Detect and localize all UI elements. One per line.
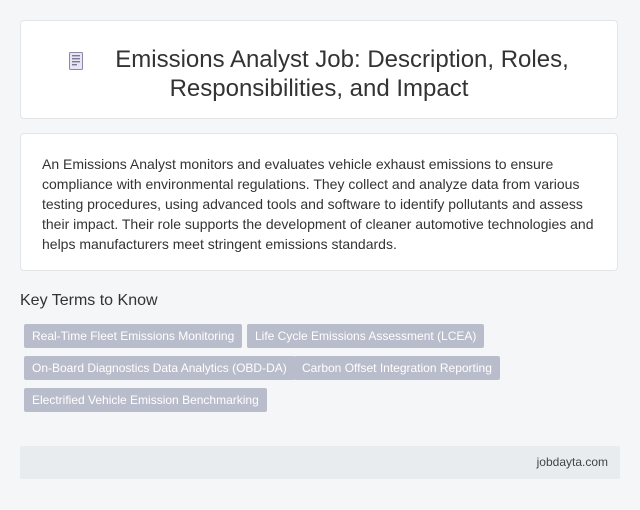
page-title-text: Emissions Analyst Job: Description, Role… <box>115 46 569 102</box>
footer-site-link[interactable]: jobdayta.com <box>537 455 608 469</box>
key-term-tag[interactable]: Life Cycle Emissions Assessment (LCEA) <box>247 324 485 348</box>
title-card: Emissions Analyst Job: Description, Role… <box>20 20 618 119</box>
description-card: An Emissions Analyst monitors and evalua… <box>20 133 618 271</box>
key-term-tag[interactable]: Electrified Vehicle Emission Benchmarkin… <box>24 388 267 412</box>
key-term-tag[interactable]: On-Board Diagnostics Data Analytics (OBD… <box>24 356 295 380</box>
document-icon <box>69 52 84 70</box>
key-term-tag[interactable]: Carbon Offset Integration Reporting <box>294 356 500 380</box>
page-title: Emissions Analyst Job: Description, Role… <box>21 45 617 103</box>
key-term-tag[interactable]: Real-Time Fleet Emissions Monitoring <box>24 324 243 348</box>
key-terms-heading: Key Terms to Know <box>20 292 158 309</box>
description-text: An Emissions Analyst monitors and evalua… <box>42 156 594 252</box>
footer: jobdayta.com <box>20 446 620 479</box>
